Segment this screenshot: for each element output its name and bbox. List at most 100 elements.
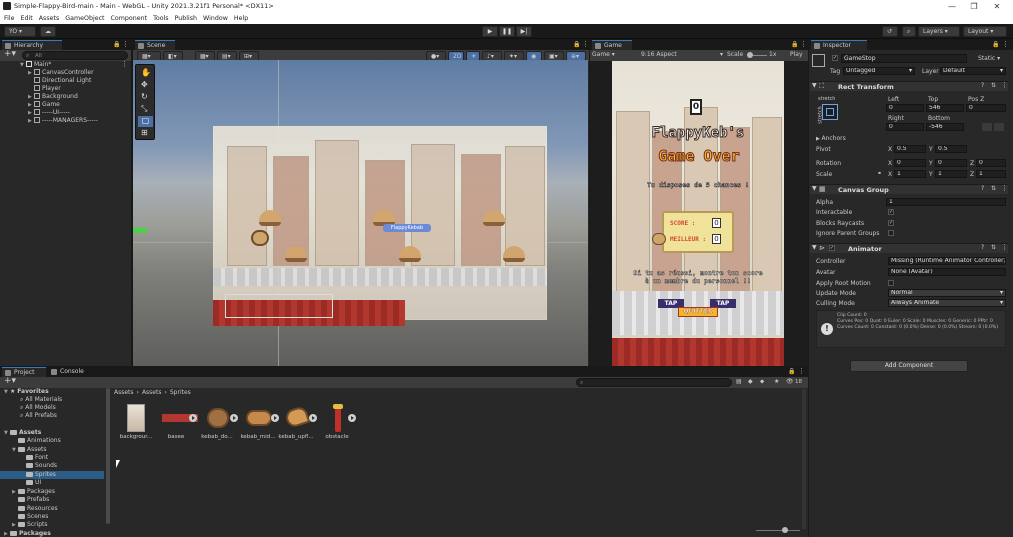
raw-edit-button[interactable]: [994, 123, 1004, 131]
favorite-all-materials[interactable]: ⌕ All Materials: [20, 396, 62, 404]
anchors-foldout[interactable]: ▶ Anchors: [816, 135, 846, 142]
hierarchy-item-game[interactable]: ▶ Game: [28, 101, 60, 109]
panel-menu-icon[interactable]: ⋮: [122, 40, 129, 48]
rect-transform-header[interactable]: Rect Transform: [810, 81, 1008, 91]
preset-icon[interactable]: ⇅: [991, 185, 996, 192]
asset-kebab-up[interactable]: kebab_upfl...: [276, 404, 316, 440]
scale-x-field[interactable]: 1: [894, 170, 926, 178]
hand-tool-icon[interactable]: ✋: [141, 68, 151, 77]
blocks-raycasts-checkbox[interactable]: ✓: [888, 220, 894, 226]
game-menu-icon[interactable]: ⋮: [800, 40, 807, 48]
folder-sounds[interactable]: Sounds: [26, 462, 57, 470]
tab-inspector[interactable]: Inspector: [811, 40, 867, 50]
project-lock-icon[interactable]: 🔒: [788, 368, 795, 375]
component-menu-icon[interactable]: ⋮: [1001, 81, 1008, 89]
account-button[interactable]: YO ▾: [4, 26, 36, 37]
menu-file[interactable]: File: [4, 13, 15, 24]
scale-z-field[interactable]: 1: [976, 170, 1006, 178]
expand-sprite-button[interactable]: [348, 414, 356, 422]
undo-history-button[interactable]: ↺: [882, 26, 898, 37]
top-field[interactable]: 546: [926, 104, 964, 112]
assets-scrollbar[interactable]: [802, 389, 806, 529]
asset-background[interactable]: backgrour...: [116, 404, 156, 440]
menu-component[interactable]: Component: [111, 13, 148, 24]
step-button[interactable]: ▶|: [516, 26, 532, 37]
favorite-star-icon[interactable]: ★: [774, 378, 779, 385]
zoom-slider-thumb[interactable]: [782, 527, 788, 533]
menu-tools[interactable]: Tools: [153, 13, 169, 24]
create-asset-button[interactable]: +▾: [4, 376, 16, 386]
minimize-button[interactable]: —: [941, 0, 963, 13]
tab-console[interactable]: Console: [48, 367, 92, 377]
scene-lock-icon[interactable]: 🔒: [573, 41, 580, 48]
breadcrumb-assets-sub[interactable]: Assets: [142, 389, 162, 396]
breadcrumb-sprites[interactable]: Sprites: [170, 389, 191, 396]
preset-icon[interactable]: ⇅: [991, 244, 996, 251]
culling-mode-dropdown[interactable]: Always Animate ▾: [888, 299, 1006, 307]
posz-field[interactable]: 0: [966, 104, 1006, 112]
menu-window[interactable]: Window: [203, 13, 228, 24]
move-tool-icon[interactable]: ✥: [141, 80, 148, 89]
controller-field[interactable]: Missing (Runtime Animator Controller): [888, 257, 1006, 265]
blueprint-mode-button[interactable]: [982, 123, 992, 131]
help-icon[interactable]: ?: [981, 82, 984, 89]
play-button[interactable]: ▶: [482, 26, 498, 37]
menu-assets[interactable]: Assets: [39, 13, 60, 24]
layer-dropdown[interactable]: Default ▾: [940, 67, 1006, 75]
aspect-dropdown[interactable]: 9:16 Aspect ▾: [641, 51, 723, 58]
scene-menu-icon[interactable]: ⋮: [121, 60, 128, 68]
folder-sprites[interactable]: Sprites: [26, 471, 56, 479]
folder-scenes[interactable]: Scenes: [18, 513, 48, 521]
assets-foldout[interactable]: ▼ Assets: [4, 429, 41, 437]
left-field[interactable]: 0: [886, 104, 924, 112]
project-search-input[interactable]: ⌕: [576, 378, 732, 387]
player-bird-icon[interactable]: [251, 230, 269, 246]
scene-menu-icon[interactable]: ⋮: [582, 40, 589, 48]
tree-scrollbar[interactable]: [106, 388, 110, 524]
filter-label-icon-2[interactable]: ⬥: [760, 378, 764, 386]
rotation-y-field[interactable]: 0: [935, 159, 967, 167]
expand-sprite-button[interactable]: [230, 414, 238, 422]
preset-icon[interactable]: ⇅: [991, 82, 996, 89]
menu-publish[interactable]: Publish: [175, 13, 197, 24]
game-view[interactable]: 0 FlappyKeb's Game Over Tu disposes de 5…: [612, 61, 784, 366]
layout-dropdown[interactable]: Layout ▾: [963, 26, 1007, 37]
asset-basee[interactable]: basee: [156, 404, 198, 440]
asset-kebab-mid[interactable]: kebab_mid...: [238, 404, 278, 440]
right-field[interactable]: 0: [886, 123, 924, 131]
help-icon[interactable]: ?: [981, 244, 984, 251]
play-mode-dropdown[interactable]: Play: [790, 51, 803, 58]
pause-button[interactable]: ❚❚: [499, 26, 515, 37]
collapse-arrow-icon[interactable]: ▼: [812, 244, 817, 251]
menu-help[interactable]: Help: [234, 13, 248, 24]
zoom-slider[interactable]: [756, 530, 800, 531]
collapse-arrow-icon[interactable]: ▼: [812, 82, 817, 89]
alpha-field[interactable]: 1: [886, 198, 1006, 206]
favorite-all-prefabs[interactable]: ⌕ All Prefabs: [20, 412, 57, 420]
game-lock-icon[interactable]: 🔒: [791, 41, 798, 48]
rotate-tool-icon[interactable]: ↻: [141, 92, 148, 101]
folder-prefabs[interactable]: Prefabs: [18, 496, 49, 504]
folder-ui[interactable]: UI: [26, 479, 41, 487]
rotation-z-field[interactable]: 0: [976, 159, 1006, 167]
hidden-packages-icon[interactable]: 👁: [786, 378, 794, 385]
folder-animations[interactable]: Animations: [18, 437, 61, 445]
update-mode-dropdown[interactable]: Normal ▾: [888, 289, 1006, 297]
avatar-field[interactable]: None (Avatar): [888, 268, 1006, 276]
hierarchy-item-ui[interactable]: ▶ -----UI-----: [28, 109, 70, 117]
component-menu-icon[interactable]: ⋮: [1001, 243, 1008, 251]
tab-scene[interactable]: Scene: [135, 40, 175, 50]
breadcrumb-assets[interactable]: Assets: [114, 389, 134, 396]
tab-game[interactable]: Game: [592, 40, 632, 50]
canvas-group-header[interactable]: Canvas Group: [810, 184, 1008, 194]
lock-icon[interactable]: 🔒: [113, 41, 120, 48]
anchor-preset-button[interactable]: [822, 104, 838, 120]
layers-dropdown[interactable]: Layers ▾: [918, 26, 960, 37]
hierarchy-item-directional-light[interactable]: Directional Light: [34, 77, 91, 85]
asset-kebab-down[interactable]: kebab_do...: [197, 404, 237, 440]
filter-label-icon[interactable]: ◆: [748, 378, 753, 385]
favorites-foldout[interactable]: ▼ ★ Favorites: [4, 388, 49, 396]
static-dropdown[interactable]: Static ▾: [978, 55, 1000, 62]
search-button[interactable]: ⌕: [902, 26, 916, 37]
pivot-x-field[interactable]: 0.5: [894, 145, 926, 153]
